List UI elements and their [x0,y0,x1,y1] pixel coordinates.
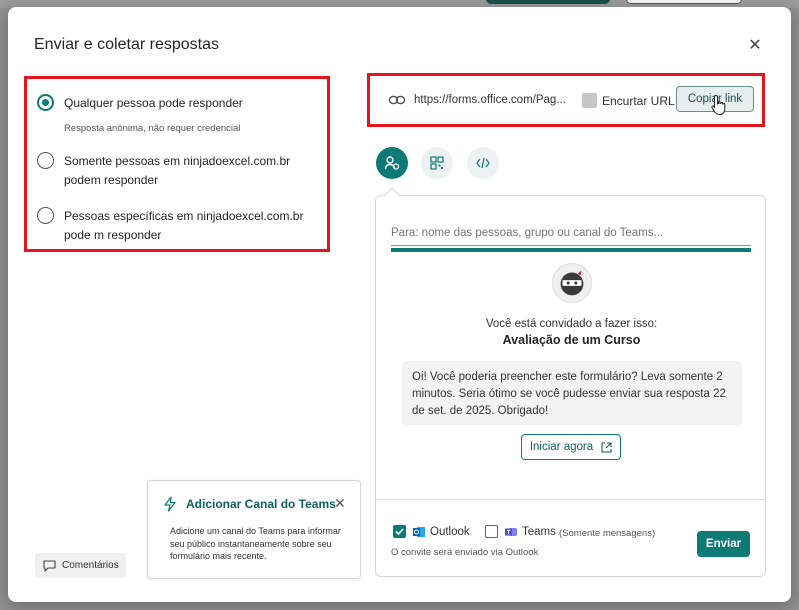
dialog-title: Enviar e coletar respostas [34,36,219,53]
lightning-icon [164,496,176,512]
invite-card: Você está convidado a fazer isso: Avalia… [375,195,766,577]
teams-icon [505,528,517,536]
radio-anyone[interactable] [37,94,54,111]
option-label: Pessoas específicas em ninjadoexcel.com.… [64,209,304,242]
qr-code-icon [430,156,444,170]
teams-label[interactable]: Teams [522,526,556,538]
shorten-url-label[interactable]: Encurtar URL [602,94,675,108]
preview-accent-bar [391,248,751,252]
invite-message[interactable]: Oi! Você poderia preencher este formulár… [402,361,742,425]
link-url[interactable]: https://forms.office.com/Pag... [414,94,566,106]
link-bar: https://forms.office.com/Pag... Encurtar… [367,73,765,127]
comment-icon [43,559,56,572]
send-dialog: Enviar e coletar respostas ✕ Qualquer pe… [8,7,791,602]
background-button [486,0,610,4]
popup-title[interactable]: Adicionar Canal do Teams [186,497,336,511]
audience-options: Qualquer pessoa pode responder Resposta … [24,76,330,252]
teams-note: (Somente mensagens) [559,528,656,539]
anonymous-note: Resposta anônima, não requer credencial [64,123,241,134]
recipients-input[interactable] [391,220,751,246]
close-button[interactable]: ✕ [745,35,765,55]
option-anyone[interactable]: Qualquer pessoa pode responder [37,94,324,113]
comments-button[interactable]: Comentários [35,553,126,578]
tab-embed[interactable] [467,147,499,179]
option-label: Somente pessoas em ninjadoexcel.com.br p… [64,154,291,187]
teams-checkbox[interactable] [485,525,498,538]
people-icon [384,156,400,170]
option-label: Qualquer pessoa pode responder [64,96,243,110]
add-teams-channel-popup: Adicionar Canal do Teams ✕ Adicione um c… [147,480,361,579]
option-organization[interactable]: Somente pessoas em ninjadoexcel.com.br p… [37,152,324,190]
shorten-url-checkbox[interactable] [582,93,597,108]
radio-organization[interactable] [37,152,54,169]
radio-specific-people[interactable] [37,207,54,224]
form-title: Avaliação de um Curso [502,333,641,347]
popup-close-icon[interactable]: ✕ [334,495,346,512]
comments-label: Comentários [62,560,119,571]
popup-body: Adicione um canal do Teams para informar… [170,526,341,561]
external-link-icon [601,441,612,453]
invited-text: Você está convidado a fazer isso: [485,318,658,330]
send-button[interactable]: Enviar [697,531,750,557]
outlook-checkbox[interactable] [393,525,406,538]
ninja-avatar-icon [552,263,592,303]
check-icon [395,528,404,536]
close-icon: ✕ [748,37,762,54]
background-button [626,0,742,4]
tab-qr-code[interactable] [421,147,453,179]
divider [376,499,765,500]
outlook-label[interactable]: Outlook [430,526,470,538]
start-now-label: Iniciar agora [529,441,594,453]
start-now-button[interactable]: Iniciar agora [521,434,621,460]
embed-code-icon [476,157,490,169]
hand-cursor-icon [711,94,726,115]
link-icon [388,95,406,105]
option-specific-people[interactable]: Pessoas específicas em ninjadoexcel.com.… [37,207,324,245]
tab-share-people[interactable] [376,147,408,179]
outlook-icon [413,527,425,537]
invite-footer-note: O convite será enviado via Outlook [391,547,539,558]
